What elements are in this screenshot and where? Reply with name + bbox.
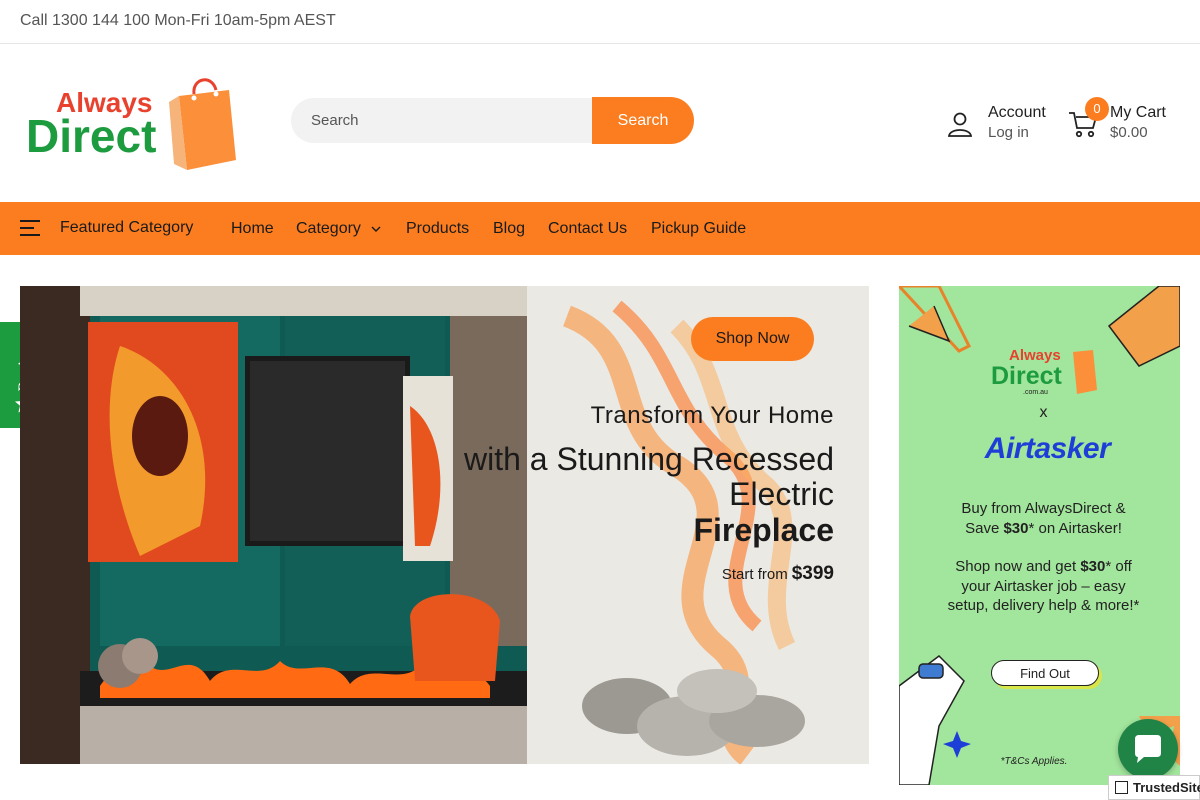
airtasker-promo-banner[interactable]: Always Direct .com.au x Airtasker Buy fr… [899, 286, 1180, 785]
nav-link-pickup-guide[interactable]: Pickup Guide [651, 220, 746, 238]
airtasker-brand: Airtasker [984, 432, 1111, 465]
cart-total: $0.00 [1110, 124, 1148, 141]
hero-product-name: Fireplace [693, 512, 834, 548]
promo-line-3: Shop now and get $30* off [955, 558, 1132, 575]
promo-line-2: Save $30* on Airtasker! [965, 520, 1122, 537]
promo-line-4: your Airtasker job – easy [961, 578, 1126, 595]
hero-title: Transform Your Home [590, 402, 834, 429]
nav-link-home[interactable]: Home [231, 220, 274, 238]
search-bar: Search [291, 97, 694, 144]
promo-always-direct-logo: Always Direct .com.au [991, 347, 1097, 396]
main-nav: Featured Category Home Category Products… [0, 202, 1200, 255]
account-label: Account [988, 104, 1046, 121]
fireplace-room-image [20, 286, 527, 764]
nav-link-products[interactable]: Products [406, 220, 469, 238]
nav-link-blog[interactable]: Blog [493, 220, 525, 238]
promo-price-1: $30 [1003, 520, 1029, 537]
cart-count-badge: 0 [1085, 97, 1109, 121]
promo-logo-domain: .com.au [1023, 389, 1048, 396]
hamburger-menu-icon[interactable] [20, 220, 40, 236]
cart-link[interactable]: 0 My Cart $0.00 [1068, 96, 1188, 146]
site-header: Always Direct Search Account Log in 0 My… [0, 44, 1200, 202]
chevron-down-icon [371, 226, 381, 232]
promo-line-1: Buy from AlwaysDirect & [961, 500, 1126, 517]
chat-widget-button[interactable] [1118, 719, 1178, 779]
trustedsite-badge[interactable]: TrustedSite [1108, 775, 1200, 800]
promo-logo-word-direct: Direct [991, 362, 1063, 390]
promo-x: x [1039, 404, 1048, 421]
chat-icon [1135, 735, 1161, 763]
hero-price-label: Start from [721, 566, 788, 583]
check-icon [1115, 781, 1128, 794]
always-direct-logo[interactable]: Always Direct [24, 74, 274, 170]
promo-line-5: setup, delivery help & more!* [947, 597, 1140, 614]
announcement-bar: Call 1300 144 100 Mon-Fri 10am-5pm AEST [0, 0, 1200, 44]
promo-price-2: $30 [1080, 558, 1106, 575]
trustedsite-label: TrustedSite [1133, 780, 1200, 795]
find-out-button[interactable]: Find Out [991, 660, 1099, 686]
hero-subtitle: with a Stunning Recessed Electric [464, 441, 834, 512]
hero-price: $399 [791, 563, 834, 584]
nav-link-category[interactable]: Category [296, 220, 361, 238]
shop-now-button[interactable]: Shop Now [691, 317, 814, 361]
search-button[interactable]: Search [592, 97, 694, 144]
search-input[interactable] [291, 98, 596, 143]
user-icon [947, 112, 973, 137]
nav-link-contact-us[interactable]: Contact Us [548, 220, 627, 238]
phone-hours-text: Call 1300 144 100 Mon-Fri 10am-5pm AEST [20, 12, 336, 29]
hero-price-line: Start from $399 [722, 563, 834, 585]
cart-label: My Cart [1110, 104, 1166, 121]
nav-featured-category[interactable]: Featured Category [60, 219, 193, 237]
logo-word-direct: Direct [26, 110, 156, 162]
account-link[interactable]: Account Log in [946, 102, 1056, 146]
login-label: Log in [988, 124, 1029, 141]
